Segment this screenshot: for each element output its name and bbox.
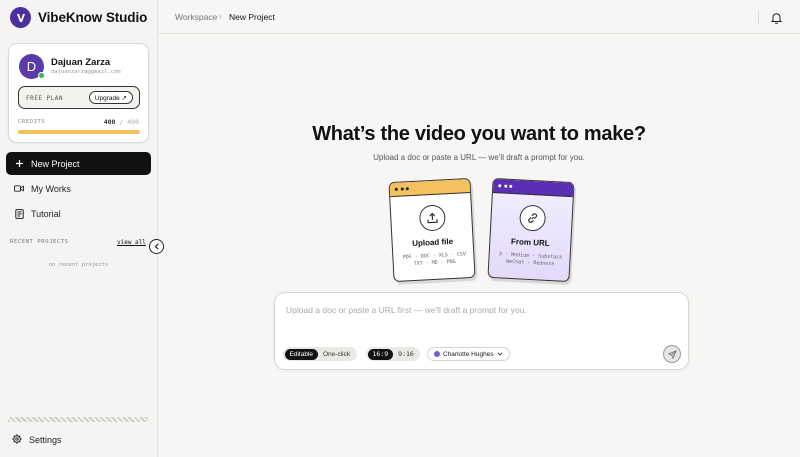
prompt-input[interactable]: Upload a doc or paste a URL first — we'l… (286, 305, 527, 315)
window-dot (498, 184, 502, 188)
aspect-ratio-toggle: 16:9 9:16 (366, 347, 421, 361)
chevron-left-icon (154, 243, 159, 250)
mode-editable-option[interactable]: Editable (284, 348, 318, 360)
sidebar: VibeKnow Studio D Dajuan Zarza dajuanzar… (0, 0, 158, 457)
plan-label: FREE PLAN (26, 95, 64, 102)
settings-button[interactable]: Settings (12, 434, 62, 446)
breadcrumb-current: New Project (229, 12, 275, 22)
voice-avatar-icon (434, 351, 440, 357)
prompt-box[interactable]: Upload a doc or paste a URL first — we'l… (274, 292, 689, 370)
brand-name: VibeKnow Studio (38, 10, 148, 25)
page-subtitle: Upload a doc or paste a URL — we’ll draf… (373, 153, 585, 162)
from-url-title: From URL (510, 236, 550, 248)
settings-label: Settings (29, 435, 62, 445)
mode-one-click-option[interactable]: One-click (318, 349, 355, 360)
window-dot (394, 187, 398, 191)
send-button[interactable] (663, 345, 681, 363)
credits-used: 400 (103, 118, 116, 126)
chevron-down-icon (497, 352, 503, 356)
divider-hatch (8, 417, 148, 422)
window-dot (400, 187, 404, 191)
view-all-link[interactable]: view all (117, 239, 146, 246)
new-project-button[interactable]: New Project (6, 152, 151, 175)
recent-projects-label: RECENT PROJECTS (10, 239, 69, 245)
upload-file-formats: PDF · DOC · XLS · CSV TXT · MD · PNG (399, 251, 470, 269)
card-header (492, 178, 574, 198)
page-title: What’s the video you want to make? (312, 123, 646, 145)
card-header (389, 178, 471, 198)
no-recent-projects: no recent projects (48, 262, 109, 268)
collapse-sidebar-button[interactable] (149, 239, 164, 254)
sidebar-item-tutorial[interactable]: Tutorial (6, 202, 151, 225)
video-camera-icon (14, 184, 24, 194)
breadcrumb-separator: › (219, 12, 222, 21)
upload-icon (418, 204, 447, 232)
top-bar: Workspace › New Project (158, 0, 800, 34)
credits-progress-fill (18, 130, 140, 134)
new-project-label: New Project (31, 158, 80, 169)
gear-icon (12, 434, 22, 446)
link-icon (518, 204, 547, 232)
document-icon (14, 208, 24, 219)
credits-label: CREDITS (18, 119, 46, 125)
credits-max: 400 (127, 118, 139, 126)
window-dot (509, 184, 513, 188)
plus-icon (14, 159, 24, 169)
upgrade-button[interactable]: Upgrade ↗ (88, 91, 133, 104)
upload-file-title: Upload file (411, 236, 454, 249)
sidebar-item-my-works[interactable]: My Works (6, 177, 151, 200)
credits-separator: / (119, 118, 124, 126)
topbar-divider (758, 10, 759, 24)
ratio-9-16-option[interactable]: 9:16 (393, 349, 419, 360)
voice-name: Charlotte Hughes (443, 350, 494, 358)
breadcrumb-workspace[interactable]: Workspace (175, 12, 217, 22)
window-dot (405, 187, 409, 191)
online-status-dot (38, 72, 45, 79)
send-icon (667, 349, 677, 359)
brand[interactable]: VibeKnow Studio (10, 7, 147, 28)
from-url-card[interactable]: From URL X · Medium · Substack WeChat · … (487, 177, 575, 283)
my-works-label: My Works (31, 183, 71, 194)
mode-toggle: Editable One-click (283, 347, 357, 361)
user-email: dajuanzarza@gmail.com (51, 69, 121, 75)
plan-box: FREE PLAN Upgrade ↗ (18, 86, 140, 109)
upload-file-card[interactable]: Upload file PDF · DOC · XLS · CSV TXT · … (388, 177, 476, 283)
brand-logo-icon (10, 7, 31, 28)
window-dot (503, 184, 507, 188)
credits-progress-bar (18, 130, 140, 134)
user-name: Dajuan Zarza (51, 57, 111, 68)
user-card: D Dajuan Zarza dajuanzarza@gmail.com FRE… (8, 43, 149, 143)
ratio-16-9-option[interactable]: 16:9 (367, 348, 394, 360)
credits-value: 400 / 400 (104, 118, 139, 126)
bell-icon[interactable] (770, 11, 783, 24)
from-url-sources: X · Medium · Substack WeChat · Rednote (495, 251, 566, 269)
voice-select[interactable]: Charlotte Hughes (427, 347, 510, 361)
tutorial-label: Tutorial (31, 208, 61, 219)
